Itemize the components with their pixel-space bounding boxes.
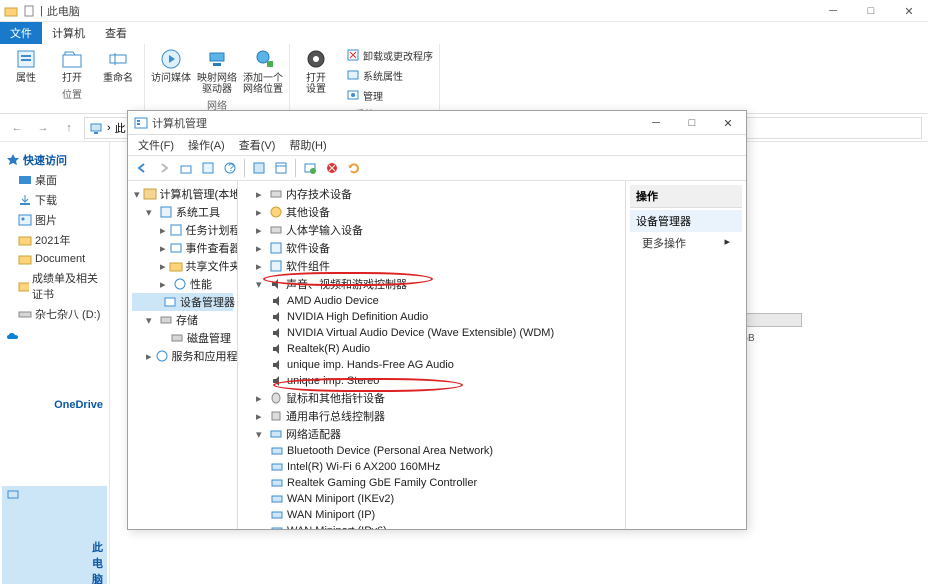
tb-up[interactable] — [176, 158, 196, 178]
sidebar-onedrive[interactable]: OneDrive — [2, 328, 107, 482]
cat-usb[interactable]: ▸通用串行总线控制器 — [242, 407, 621, 425]
cat-swdev[interactable]: ▸软件设备 — [242, 239, 621, 257]
folder-icon — [4, 4, 18, 18]
lt-perf[interactable]: ▸性能 — [132, 275, 233, 293]
lt-task[interactable]: ▸任务计划程序 — [132, 221, 233, 239]
ribbon-add-network[interactable]: 添加一个 网络位置 — [243, 46, 283, 95]
sidebar-pictures[interactable]: 图片 — [2, 210, 107, 230]
explorer-titlebar: | 此电脑 ─ □ ✕ — [0, 0, 928, 22]
sidebar-2021[interactable]: 2021年 — [2, 230, 107, 250]
dev-intel-ax200[interactable]: Intel(R) Wi-Fi 6 AX200 160MHz — [242, 459, 621, 475]
nav-fwd[interactable]: → — [32, 117, 54, 139]
ribbon-settings[interactable]: 打开 设置 — [296, 46, 336, 104]
cat-swcomp[interactable]: ▸软件组件 — [242, 257, 621, 275]
doc-icon — [22, 4, 36, 18]
tb-props[interactable] — [198, 158, 218, 178]
lt-storage[interactable]: ▾存储 — [132, 311, 233, 329]
device-manager-window: 计算机管理 ─ □ ✕ 文件(F) 操作(A) 查看(V) 帮助(H) ? ▾计… — [127, 110, 747, 530]
ribbon-map-network[interactable]: 映射网络 驱动器 — [197, 46, 237, 95]
cat-memtech[interactable]: ▸内存技术设备 — [242, 185, 621, 203]
tb-scan[interactable] — [300, 158, 320, 178]
tb-help[interactable]: ? — [220, 158, 240, 178]
sidebar-desktop[interactable]: 桌面 — [2, 170, 107, 190]
dm-toolbar: ? — [128, 155, 746, 181]
lt-devmgr[interactable]: 设备管理器 — [132, 293, 233, 311]
window-title: 此电脑 — [47, 3, 80, 19]
menu-file[interactable]: 文件 — [0, 22, 42, 44]
dev-realtek-gbe[interactable]: Realtek Gaming GbE Family Controller — [242, 475, 621, 491]
dev-nvidia-hd[interactable]: NVIDIA High Definition Audio — [242, 309, 621, 325]
ribbon-sysprops[interactable]: 系统属性 — [346, 66, 433, 84]
cat-sound[interactable]: ▾声音、视频和游戏控制器 — [242, 275, 621, 293]
lt-systools[interactable]: ▾系统工具 — [132, 203, 233, 221]
lt-share[interactable]: ▸共享文件夹 — [132, 257, 233, 275]
dm-menu-action[interactable]: 操作(A) — [182, 135, 231, 155]
dm-menu-help[interactable]: 帮助(H) — [283, 135, 332, 155]
maximize-button[interactable]: □ — [852, 0, 890, 22]
ribbon: 属性 打开 重命名 位置 访问媒体 映射网络 驱动器 添加一个 网络位置 网络 … — [0, 44, 928, 114]
tb-back[interactable] — [132, 158, 152, 178]
cat-mouse[interactable]: ▸鼠标和其他指针设备 — [242, 389, 621, 407]
ribbon-properties[interactable]: 属性 — [6, 46, 46, 84]
dev-wan-ipv6[interactable]: WAN Miniport (IPv6) — [242, 523, 621, 529]
sep: | — [40, 5, 43, 17]
lt-event[interactable]: ▸事件查看器 — [132, 239, 233, 257]
tb-uninstall[interactable] — [322, 158, 342, 178]
dev-unique-imp-stereo[interactable]: unique imp. Stereo — [242, 373, 621, 389]
menu-computer[interactable]: 计算机 — [42, 22, 95, 44]
svg-text:?: ? — [228, 162, 234, 174]
dm-maximize[interactable]: □ — [674, 111, 710, 135]
minimize-button[interactable]: ─ — [814, 0, 852, 22]
cat-hid[interactable]: ▸人体学输入设备 — [242, 221, 621, 239]
sidebar-downloads[interactable]: 下载 — [2, 190, 107, 210]
tb-refresh[interactable] — [344, 158, 364, 178]
cat-otherdev[interactable]: ▸其他设备 — [242, 203, 621, 221]
dm-menu-view[interactable]: 查看(V) — [233, 135, 282, 155]
actions-header: 操作 — [630, 185, 742, 208]
mmc-icon — [134, 116, 148, 130]
ribbon-uninstall[interactable]: 卸载或更改程序 — [346, 46, 433, 64]
dm-close[interactable]: ✕ — [710, 111, 746, 135]
explorer-sidebar: 快速访问 桌面 下载 图片 2021年 Document 成绩单及相关证书 杂七… — [0, 142, 110, 584]
sidebar-quickaccess[interactable]: 快速访问 — [2, 150, 107, 170]
nav-back[interactable]: ← — [6, 117, 28, 139]
actions-devmgr[interactable]: 设备管理器 — [630, 210, 742, 232]
ribbon-open[interactable]: 打开 — [52, 46, 92, 84]
dm-minimize[interactable]: ─ — [638, 111, 674, 135]
close-button[interactable]: ✕ — [890, 0, 928, 22]
tb-fwd[interactable] — [154, 158, 174, 178]
dm-menu-file[interactable]: 文件(F) — [132, 135, 180, 155]
dev-nvidia-vad[interactable]: NVIDIA Virtual Audio Device (Wave Extens… — [242, 325, 621, 341]
dm-menubar: 文件(F) 操作(A) 查看(V) 帮助(H) — [128, 135, 746, 155]
dm-titlebar: 计算机管理 ─ □ ✕ — [128, 111, 746, 135]
ribbon-manage[interactable]: 管理 — [346, 86, 433, 104]
tb-view2[interactable] — [271, 158, 291, 178]
dev-unique-imp-ag[interactable]: unique imp. Hands-Free AG Audio — [242, 357, 621, 373]
ribbon-rename[interactable]: 重命名 — [98, 46, 138, 84]
lt-root[interactable]: ▾计算机管理(本地) — [132, 185, 233, 203]
sidebar-cert[interactable]: 成绩单及相关证书 — [2, 268, 107, 304]
dm-left-tree: ▾计算机管理(本地) ▾系统工具 ▸任务计划程序 ▸事件查看器 ▸共享文件夹 ▸… — [128, 181, 238, 529]
nav-up[interactable]: ↑ — [58, 117, 80, 139]
dm-actions-pane: 操作 设备管理器 更多操作▸ — [626, 181, 746, 529]
sidebar-document[interactable]: Document — [2, 250, 107, 268]
lt-svc[interactable]: ▸服务和应用程序 — [132, 347, 233, 365]
dev-realtek-audio[interactable]: Realtek(R) Audio — [242, 341, 621, 357]
menu-view[interactable]: 查看 — [95, 22, 137, 44]
sidebar-diskd[interactable]: 杂七杂八 (D:) — [2, 304, 107, 324]
sidebar-thispc[interactable]: 此电脑 — [2, 486, 107, 584]
actions-more[interactable]: 更多操作▸ — [630, 232, 742, 254]
ribbon-media[interactable]: 访问媒体 — [151, 46, 191, 95]
cat-network[interactable]: ▾网络适配器 — [242, 425, 621, 443]
dev-bt-pan[interactable]: Bluetooth Device (Personal Area Network) — [242, 443, 621, 459]
dm-device-tree: ▸内存技术设备 ▸其他设备 ▸人体学输入设备 ▸软件设备 ▸软件组件 ▾声音、视… — [238, 181, 626, 529]
tb-view1[interactable] — [249, 158, 269, 178]
explorer-menubar: 文件 计算机 查看 — [0, 22, 928, 44]
pc-icon — [89, 121, 103, 135]
lt-diskmgmt[interactable]: 磁盘管理 — [132, 329, 233, 347]
dev-wan-ikev2[interactable]: WAN Miniport (IKEv2) — [242, 491, 621, 507]
dev-wan-ip[interactable]: WAN Miniport (IP) — [242, 507, 621, 523]
dev-amd-audio[interactable]: AMD Audio Device — [242, 293, 621, 309]
